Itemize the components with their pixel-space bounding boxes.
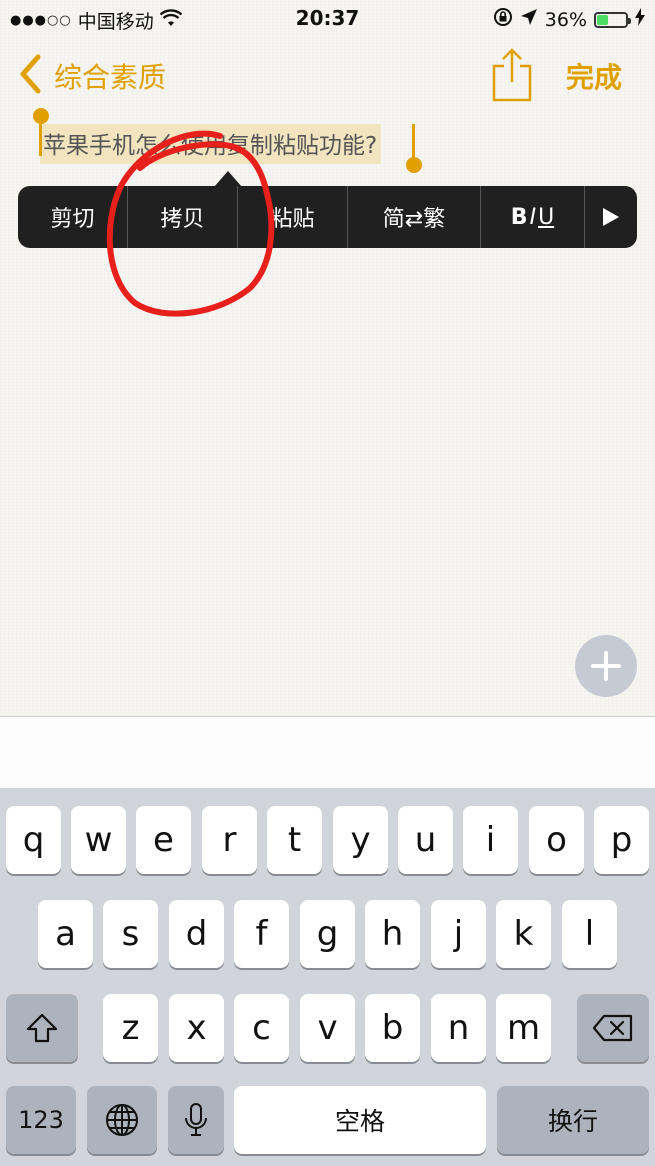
status-bar: ●●●○○ 中国移动 20:37 36%: [0, 0, 655, 38]
key-w[interactable]: w: [71, 806, 126, 874]
key-k[interactable]: k: [496, 900, 551, 968]
keyboard-suggestion-bar: [0, 716, 655, 789]
key-l[interactable]: l: [562, 900, 617, 968]
key-d[interactable]: d: [169, 900, 224, 968]
key-x[interactable]: x: [169, 994, 224, 1062]
shift-icon: [26, 1013, 58, 1043]
key-v[interactable]: v: [300, 994, 355, 1062]
done-button[interactable]: 完成: [566, 56, 622, 96]
key-u[interactable]: u: [398, 806, 453, 874]
key-h[interactable]: h: [365, 900, 420, 968]
return-key[interactable]: 换行: [497, 1086, 649, 1154]
shift-key[interactable]: [6, 994, 78, 1062]
italic-label: I: [529, 204, 537, 230]
key-b[interactable]: b: [365, 994, 420, 1062]
key-e[interactable]: e: [136, 806, 191, 874]
share-icon[interactable]: [490, 48, 534, 102]
lock-rotation-icon: [493, 7, 513, 32]
space-key[interactable]: 空格: [234, 1086, 486, 1154]
play-triangle-icon: [603, 208, 619, 226]
battery-icon: [594, 11, 631, 28]
back-button[interactable]: 综合素质: [54, 56, 166, 96]
microphone-icon: [185, 1103, 207, 1136]
key-o[interactable]: o: [529, 806, 584, 874]
location-icon: [520, 8, 538, 31]
microphone-key[interactable]: [168, 1086, 224, 1154]
red-annotation-circle: [106, 130, 275, 317]
key-g[interactable]: g: [300, 900, 355, 968]
add-attachment-button[interactable]: [575, 635, 637, 697]
more-menu-item[interactable]: [585, 186, 637, 248]
key-a[interactable]: a: [38, 900, 93, 968]
key-z[interactable]: z: [103, 994, 158, 1062]
globe-key[interactable]: [87, 1086, 157, 1154]
key-t[interactable]: t: [267, 806, 322, 874]
battery-level: [597, 14, 608, 25]
back-chevron-icon[interactable]: [18, 54, 42, 94]
underline-label: U: [538, 204, 555, 230]
key-i[interactable]: i: [463, 806, 518, 874]
battery-percent: 36%: [544, 8, 587, 31]
key-j[interactable]: j: [431, 900, 486, 968]
numbers-key[interactable]: 123: [6, 1086, 76, 1154]
selection-end-handle[interactable]: [406, 157, 422, 173]
key-n[interactable]: n: [431, 994, 486, 1062]
key-f[interactable]: f: [234, 900, 289, 968]
delete-key[interactable]: [577, 994, 649, 1062]
key-r[interactable]: r: [202, 806, 257, 874]
backspace-icon: [592, 1014, 633, 1042]
selection-start-caret: [39, 120, 42, 156]
format-menu-item[interactable]: BIU: [481, 186, 585, 248]
key-q[interactable]: q: [6, 806, 61, 874]
key-c[interactable]: c: [234, 994, 289, 1062]
key-p[interactable]: p: [594, 806, 649, 874]
globe-icon: [106, 1104, 138, 1136]
key-s[interactable]: s: [103, 900, 158, 968]
convert-chinese-menu-item[interactable]: 简⇄繁: [348, 186, 481, 248]
bold-label: B: [510, 204, 528, 230]
charging-icon: [635, 8, 645, 31]
status-right: 36%: [493, 7, 645, 32]
selection-end-caret: [412, 124, 415, 160]
key-m[interactable]: m: [496, 994, 551, 1062]
nav-bar: 综合素质 完成: [0, 40, 655, 110]
key-y[interactable]: y: [333, 806, 388, 874]
keyboard: q w e r t y u i o p a s d f g h j k l z …: [0, 788, 655, 1166]
